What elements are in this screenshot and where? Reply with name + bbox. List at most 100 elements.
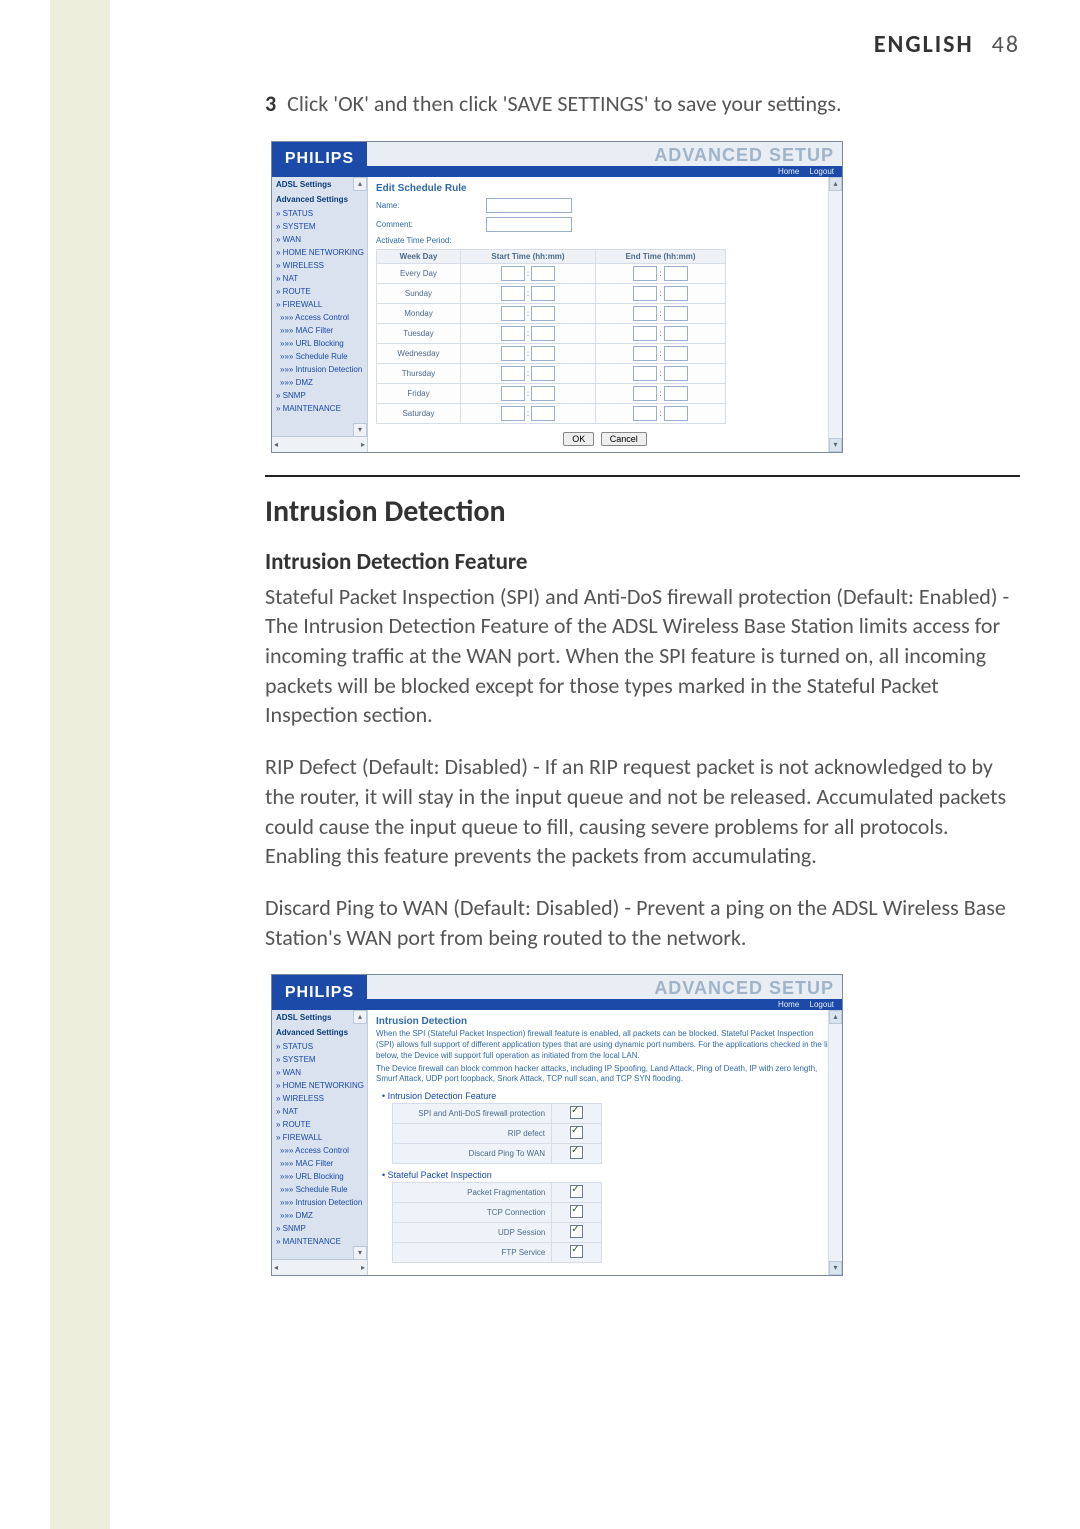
v-scrollbar[interactable]: ▴ ▾ — [828, 177, 842, 452]
sidebar-item[interactable]: » FIREWALL — [272, 1131, 367, 1144]
sidebar-item[interactable]: » SYSTEM — [272, 1053, 367, 1066]
sidebar-item[interactable]: »»» MAC Filter — [272, 1157, 367, 1170]
end-h-input[interactable] — [633, 366, 657, 381]
row-label: FTP Service — [393, 1243, 552, 1263]
start-h-input[interactable] — [501, 306, 525, 321]
checkbox[interactable] — [570, 1185, 583, 1198]
day-cell: Sunday — [377, 283, 461, 303]
sidebar-item[interactable]: »»» Intrusion Detection — [272, 1196, 367, 1209]
panel-title: Intrusion Detection — [376, 1016, 834, 1027]
sidebar-item[interactable]: »»» Access Control — [272, 311, 367, 324]
checkbox[interactable] — [570, 1205, 583, 1218]
start-m-input[interactable] — [531, 366, 555, 381]
sidebar-item[interactable]: » WAN — [272, 233, 367, 246]
cancel-button[interactable]: Cancel — [601, 432, 647, 446]
start-h-input[interactable] — [501, 386, 525, 401]
start-m-input[interactable] — [531, 346, 555, 361]
scroll-up-icon[interactable]: ▴ — [353, 1010, 367, 1024]
checkbox[interactable] — [570, 1146, 583, 1159]
checkbox[interactable] — [570, 1225, 583, 1238]
comment-input[interactable] — [486, 217, 572, 232]
scroll-down-icon[interactable]: ▾ — [353, 423, 367, 437]
sidebar-item[interactable]: » SNMP — [272, 1222, 367, 1235]
end-h-input[interactable] — [633, 326, 657, 341]
end-m-input[interactable] — [664, 386, 688, 401]
name-input[interactable] — [486, 198, 572, 213]
checkbox[interactable] — [570, 1245, 583, 1258]
sidebar-item[interactable]: » STATUS — [272, 207, 367, 220]
sidebar-item[interactable]: » HOME NETWORKING — [272, 1079, 367, 1092]
end-h-input[interactable] — [633, 266, 657, 281]
ok-button[interactable]: OK — [563, 432, 594, 446]
sidebar-item[interactable]: » WIRELESS — [272, 1092, 367, 1105]
sidebar-heading-advanced[interactable]: Advanced Settings — [272, 192, 367, 207]
start-m-input[interactable] — [531, 286, 555, 301]
row-label: TCP Connection — [393, 1203, 552, 1223]
end-m-input[interactable] — [664, 406, 688, 421]
sidebar-item[interactable]: »»» Access Control — [272, 1144, 367, 1157]
v-scrollbar[interactable]: ▴ ▾ — [828, 1010, 842, 1275]
checkbox[interactable] — [570, 1126, 583, 1139]
sidebar-item[interactable]: » FIREWALL — [272, 298, 367, 311]
scroll-down-icon[interactable]: ▾ — [353, 1246, 367, 1260]
home-link[interactable]: Home — [778, 167, 799, 176]
schedule-table: Week Day Start Time (hh:mm) End Time (hh… — [376, 249, 726, 424]
sidebar-item[interactable]: » SNMP — [272, 389, 367, 402]
sidebar-item[interactable]: »»» Intrusion Detection — [272, 363, 367, 376]
sidebar-item[interactable]: »»» DMZ — [272, 376, 367, 389]
sidebar-heading-advanced[interactable]: Advanced Settings — [272, 1025, 367, 1040]
end-h-input[interactable] — [633, 286, 657, 301]
scroll-up-icon[interactable]: ▴ — [829, 1010, 842, 1024]
sidebar-item[interactable]: » MAINTENANCE — [272, 402, 367, 415]
start-m-input[interactable] — [531, 406, 555, 421]
logout-link[interactable]: Logout — [810, 167, 834, 176]
sidebar-item[interactable]: »»» Schedule Rule — [272, 350, 367, 363]
h-scrollbar[interactable]: ◂▸ — [272, 436, 367, 452]
sidebar-item[interactable]: »»» MAC Filter — [272, 324, 367, 337]
end-m-input[interactable] — [664, 266, 688, 281]
scroll-down-icon[interactable]: ▾ — [829, 1261, 842, 1275]
start-h-input[interactable] — [501, 286, 525, 301]
sidebar-item[interactable]: » WAN — [272, 1066, 367, 1079]
h-scrollbar[interactable]: ◂▸ — [272, 1259, 367, 1275]
scroll-up-icon[interactable]: ▴ — [829, 177, 842, 191]
end-h-input[interactable] — [633, 386, 657, 401]
end-h-input[interactable] — [633, 306, 657, 321]
sidebar-item[interactable]: » NAT — [272, 272, 367, 285]
end-m-input[interactable] — [664, 286, 688, 301]
sidebar-item[interactable]: » ROUTE — [272, 1118, 367, 1131]
end-h-input[interactable] — [633, 346, 657, 361]
start-h-input[interactable] — [501, 406, 525, 421]
sidebar-item[interactable]: » WIRELESS — [272, 259, 367, 272]
logout-link[interactable]: Logout — [810, 1000, 834, 1009]
scroll-down-icon[interactable]: ▾ — [829, 438, 842, 452]
sidebar: ▴ ADSL Settings Advanced Settings » STAT… — [272, 177, 368, 452]
end-h-input[interactable] — [633, 406, 657, 421]
start-h-input[interactable] — [501, 346, 525, 361]
sidebar-item[interactable]: » STATUS — [272, 1040, 367, 1053]
start-m-input[interactable] — [531, 266, 555, 281]
sidebar-item[interactable]: » NAT — [272, 1105, 367, 1118]
sidebar-item[interactable]: »»» URL Blocking — [272, 337, 367, 350]
sidebar-item[interactable]: »»» DMZ — [272, 1209, 367, 1222]
intrusion-feature-table: SPI and Anti-DoS firewall protection RIP… — [392, 1103, 602, 1164]
sidebar-item[interactable]: »»» URL Blocking — [272, 1170, 367, 1183]
end-m-input[interactable] — [664, 326, 688, 341]
start-m-input[interactable] — [531, 386, 555, 401]
end-m-input[interactable] — [664, 366, 688, 381]
scroll-up-icon[interactable]: ▴ — [353, 177, 367, 191]
start-h-input[interactable] — [501, 326, 525, 341]
sidebar-item[interactable]: » HOME NETWORKING — [272, 246, 367, 259]
start-h-input[interactable] — [501, 366, 525, 381]
sidebar-item[interactable]: » SYSTEM — [272, 220, 367, 233]
section-title: Intrusion Detection — [265, 493, 1020, 530]
start-m-input[interactable] — [531, 326, 555, 341]
sidebar-item[interactable]: »»» Schedule Rule — [272, 1183, 367, 1196]
end-m-input[interactable] — [664, 306, 688, 321]
start-m-input[interactable] — [531, 306, 555, 321]
checkbox[interactable] — [570, 1106, 583, 1119]
start-h-input[interactable] — [501, 266, 525, 281]
home-link[interactable]: Home — [778, 1000, 799, 1009]
end-m-input[interactable] — [664, 346, 688, 361]
sidebar-item[interactable]: » ROUTE — [272, 285, 367, 298]
